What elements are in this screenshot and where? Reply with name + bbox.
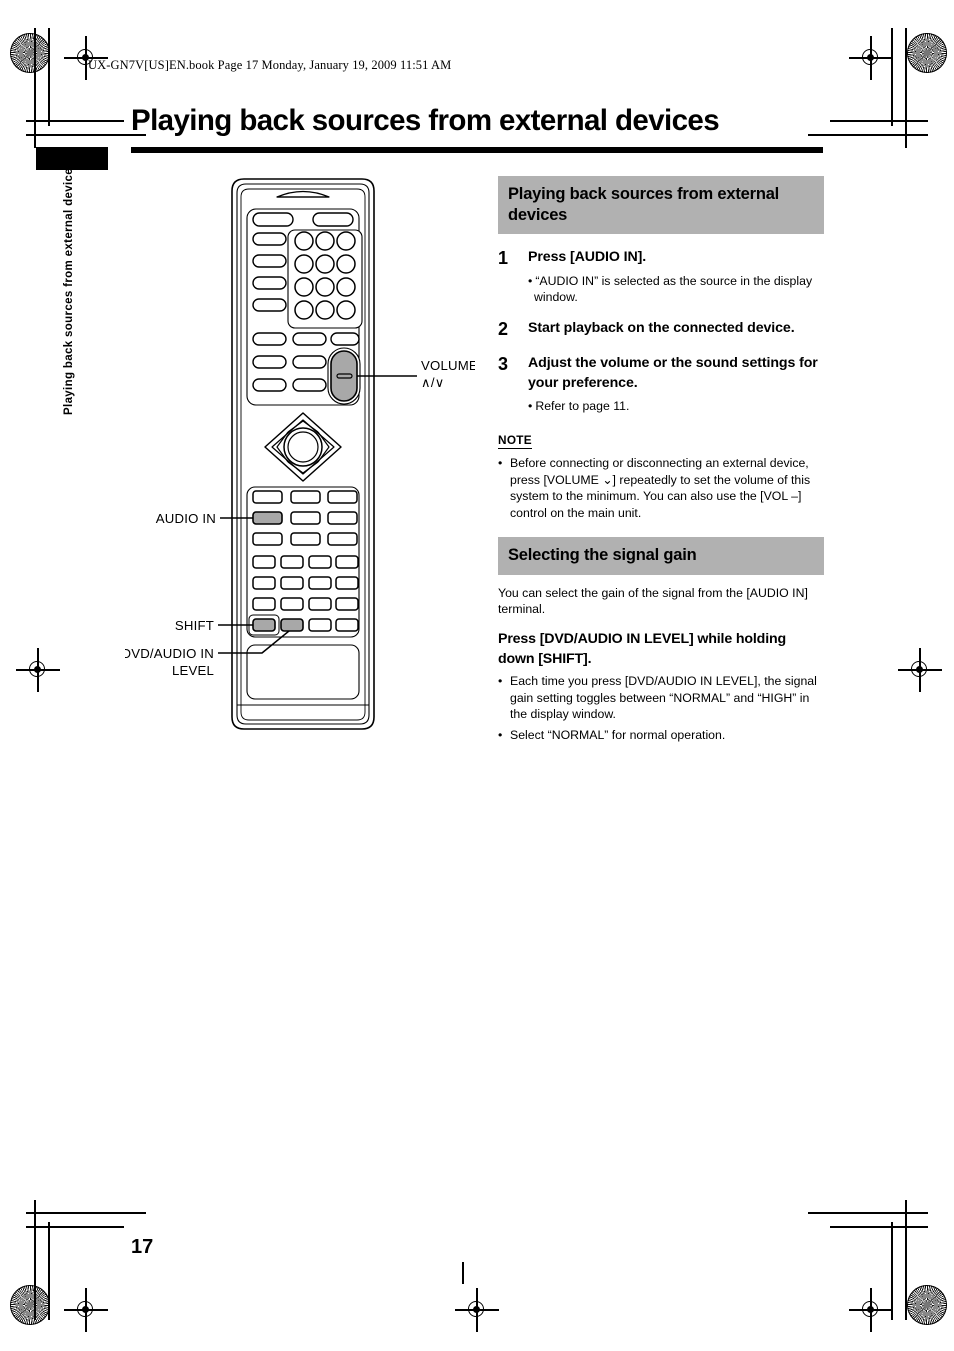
section-heading-signal-gain-text: Selecting the signal gain [508, 546, 697, 565]
note-block: NOTE • Before connecting or disconnectin… [498, 431, 824, 521]
step-2-number: 2 [498, 319, 509, 340]
note-item-text: Before connecting or disconnecting an ex… [510, 456, 811, 520]
section-heading-playback: Playing back sources from external devic… [498, 176, 824, 235]
crop-line [26, 134, 146, 136]
print-starburst-bottom-left [10, 1285, 50, 1325]
crop-line [34, 28, 36, 148]
registration-mark-bottom-center [455, 1288, 499, 1332]
side-tab-label: Playing back sources from external devic… [63, 161, 75, 415]
bullet-glyph: • [498, 674, 503, 689]
step-3-bullet: • Refer to page 11. [528, 398, 824, 414]
crop-line [905, 1200, 907, 1320]
crop-line [26, 120, 124, 122]
callout-shift: SHIFT [175, 618, 214, 633]
step-1-bullet: • “AUDIO IN” is selected as the source in… [528, 273, 824, 305]
signal-gain-bullet-1-text: Each time you press [DVD/AUDIO IN LEVEL]… [510, 674, 817, 722]
print-starburst-bottom-right [907, 1285, 947, 1325]
callout-volume-updown: ∧/∨ [421, 375, 445, 390]
signal-gain-intro: You can select the gain of the signal fr… [498, 585, 808, 617]
crop-line [830, 120, 928, 122]
crop-line [48, 28, 50, 126]
step-3-bullet-text: Refer to page 11. [535, 399, 630, 414]
crop-line [808, 1212, 928, 1214]
crop-line [830, 1226, 928, 1228]
title-rule [131, 147, 823, 153]
crop-line [891, 28, 893, 126]
page-number: 17 [131, 1236, 154, 1258]
step-3: 3 Adjust the volume or the sound setting… [498, 354, 824, 414]
print-starburst-top-left [10, 33, 50, 73]
crop-line [48, 1222, 50, 1320]
note-item: • Before connecting or disconnecting an … [498, 455, 824, 521]
bullet-glyph: • [528, 273, 533, 288]
signal-gain-bullet-2: • Select “NORMAL” for normal operation. [498, 727, 824, 743]
page-title: Playing back sources from external devic… [131, 104, 720, 137]
bullet-glyph: • [498, 727, 503, 742]
section-heading-signal-gain: Selecting the signal gain [498, 537, 824, 575]
step-1-bullet-text: “AUDIO IN” is selected as the source in … [534, 273, 813, 305]
bullet-glyph: • [528, 399, 533, 414]
book-file-header: UX-GN7V[US]EN.book Page 17 Monday, Janua… [88, 58, 452, 72]
registration-mark-bottom-left [64, 1288, 108, 1332]
crop-line [891, 1222, 893, 1320]
crop-line [905, 28, 907, 148]
registration-mark-middle-left [16, 648, 60, 692]
step-3-number: 3 [498, 353, 509, 374]
signal-gain-bullet-1: • Each time you press [DVD/AUDIO IN LEVE… [498, 673, 824, 722]
content-column: Playing back sources from external devic… [498, 176, 824, 743]
step-3-heading: Adjust the volume or the sound settings … [528, 354, 818, 391]
remote-control-figure: VOLUME ∧/∨ AUDIO IN SHIFT DVD/AUDIO IN L… [125, 175, 475, 735]
bullet-glyph: • [498, 456, 503, 471]
signal-gain-instruction: Press [DVD/AUDIO IN LEVEL] while holding… [498, 631, 787, 667]
step-1-number: 1 [498, 248, 509, 269]
signal-gain-bullet-2-text: Select “NORMAL” for normal operation. [510, 727, 726, 742]
crop-line [26, 1212, 146, 1214]
crop-line [462, 1262, 464, 1284]
crop-line [26, 1226, 124, 1228]
callout-dvd-audio-in: DVD/AUDIO IN [125, 646, 214, 661]
callout-volume: VOLUME [421, 358, 475, 373]
step-2: 2 Start playback on the connected device… [498, 319, 824, 340]
registration-mark-middle-right [898, 648, 942, 692]
step-2-heading: Start playback on the connected device. [528, 320, 795, 337]
print-starburst-top-right [907, 33, 947, 73]
step-1: 1 Press [AUDIO IN]. • “AUDIO IN” is selec… [498, 248, 824, 305]
callout-audio-in: AUDIO IN [156, 511, 216, 526]
step-1-heading: Press [AUDIO IN]. [528, 249, 647, 266]
crop-line [34, 1200, 36, 1320]
callout-dvd-audio-level: LEVEL [172, 663, 214, 678]
registration-mark-top-right [849, 36, 893, 80]
section-heading-playback-text: Playing back sources from external devic… [508, 185, 780, 224]
note-label: NOTE [498, 433, 532, 450]
registration-mark-bottom-right [849, 1288, 893, 1332]
